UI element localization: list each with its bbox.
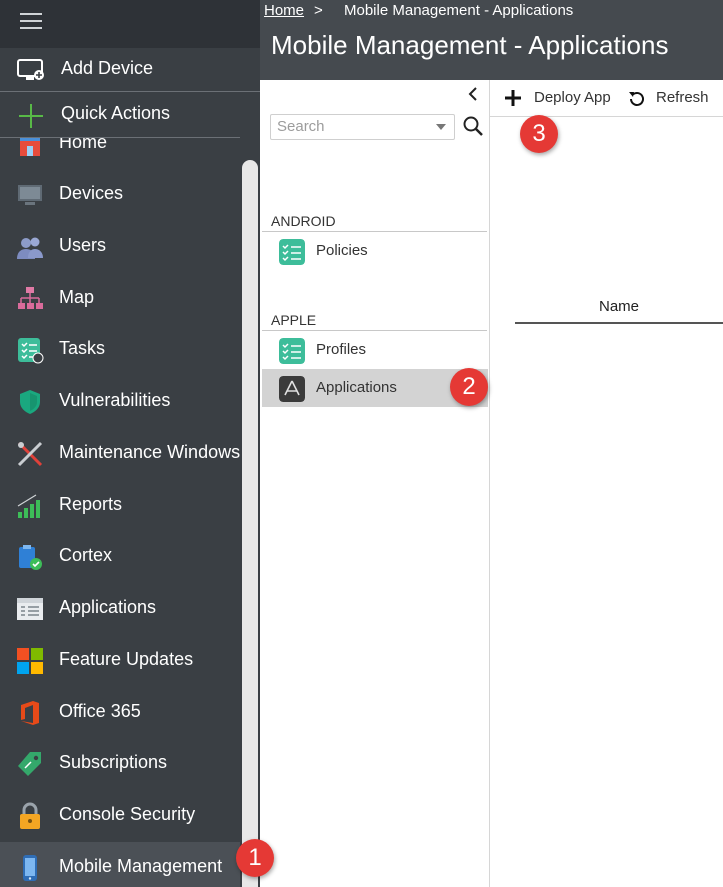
breadcrumb: Home > Mobile Management - Applications (260, 0, 723, 24)
sidebar-item-label: Feature Updates (59, 649, 194, 669)
checklist-icon (279, 239, 305, 265)
sidebar-nav: Home Devices Users Map Tasks Vulnerabili… (0, 138, 240, 887)
tag-icon (18, 752, 41, 776)
chevron-left-icon[interactable] (466, 85, 480, 103)
shield-icon (20, 390, 40, 414)
chevron-down-icon[interactable] (436, 124, 446, 130)
search-placeholder: Search (277, 118, 325, 135)
bar-chart-icon (17, 494, 40, 518)
sidebar-item-home[interactable]: Home (0, 138, 240, 170)
sidebar-item-label: Applications (59, 597, 157, 617)
step-badge-1: 1 (236, 839, 274, 877)
refresh-icon (629, 91, 644, 106)
step-badge-3: 3 (520, 115, 558, 153)
plus-icon (505, 90, 521, 106)
sidebar-item-label: Map (59, 287, 95, 307)
sidebar-item-console-security[interactable]: Console Security (0, 790, 240, 842)
users-icon (17, 237, 43, 259)
home-icon (20, 138, 40, 156)
sidebar-item-cortex[interactable]: Cortex (0, 531, 240, 583)
tools-icon (17, 441, 43, 467)
section-header-apple: APPLE (271, 312, 317, 328)
search-icon[interactable] (462, 115, 484, 137)
sidebar-item-users[interactable]: Users (0, 221, 240, 273)
office-icon (21, 701, 39, 725)
phone-icon (23, 855, 37, 881)
sidebar-item-map[interactable]: Map (0, 273, 240, 325)
sidebar-item-applications[interactable]: Applications (0, 583, 240, 635)
tasks-icon (18, 338, 44, 364)
navigation-panel (260, 80, 490, 887)
nav-item-label: Applications (316, 379, 397, 396)
toolbar: Deploy App Refresh (490, 80, 723, 117)
sidebar-item-label: Office 365 (59, 701, 141, 721)
monitor-add-icon (17, 59, 44, 80)
deploy-app-button[interactable]: Deploy App (502, 87, 622, 109)
sidebar-item-label: Vulnerabilities (59, 390, 171, 410)
add-device-button[interactable]: Add Device (0, 47, 260, 92)
sidebar-item-label: Mobile Management (59, 856, 223, 876)
plus-icon (19, 104, 43, 128)
nav-item-label: Profiles (316, 341, 367, 358)
sidebar-item-devices[interactable]: Devices (0, 169, 240, 221)
app-store-icon (279, 376, 305, 402)
nav-item-apple-profiles[interactable]: Profiles (262, 331, 488, 369)
sidebar-item-label: Cortex (59, 545, 113, 565)
hamburger-icon[interactable] (20, 13, 42, 31)
search-input[interactable]: Search (270, 114, 455, 140)
sidebar-item-label: Devices (59, 183, 124, 203)
sidebar-item-subscriptions[interactable]: Subscriptions (0, 738, 240, 790)
sidebar-item-vulnerabilities[interactable]: Vulnerabilities (0, 376, 240, 428)
quick-actions-label: Quick Actions (61, 103, 171, 123)
column-header-name[interactable]: Name (515, 298, 723, 324)
refresh-button[interactable]: Refresh (627, 87, 723, 109)
nav-item-label: Policies (316, 242, 368, 259)
breadcrumb-current: Mobile Management - Applications (344, 2, 574, 19)
sidebar-item-label: Maintenance Windows (59, 442, 240, 462)
breadcrumb-home-link[interactable]: Home (264, 2, 304, 19)
sidebar-item-label: Subscriptions (59, 752, 168, 772)
nav-item-android-policies[interactable]: Policies (262, 232, 488, 270)
sidebar-item-feature-updates[interactable]: Feature Updates (0, 635, 240, 687)
quick-actions-button[interactable]: Quick Actions (0, 92, 260, 137)
sidebar-item-maintenance-windows[interactable]: Maintenance Windows (0, 428, 240, 480)
clipboard-check-icon (19, 545, 42, 570)
network-map-icon (18, 287, 43, 309)
page-header: Mobile Management - Applications (260, 24, 723, 80)
sidebar-item-mobile-management[interactable]: Mobile Management (0, 842, 240, 887)
sidebar-scrollbar-thumb[interactable] (242, 160, 258, 887)
step-badge-2: 2 (450, 368, 488, 406)
windows-icon (17, 648, 43, 674)
page-title: Mobile Management - Applications (271, 30, 669, 60)
app-list-icon (17, 598, 43, 620)
refresh-label: Refresh (656, 89, 709, 106)
section-header-android: ANDROID (271, 213, 336, 229)
sidebar-item-label: Users (59, 235, 107, 255)
sidebar-item-reports[interactable]: Reports (0, 480, 240, 532)
sidebar-item-tasks[interactable]: Tasks (0, 324, 240, 376)
lock-icon (20, 802, 40, 829)
deploy-app-label: Deploy App (534, 89, 611, 106)
breadcrumb-separator: > (314, 2, 323, 19)
sidebar-item-label: Reports (59, 494, 123, 514)
sidebar-item-label: Console Security (59, 804, 196, 824)
sidebar-item-label: Home (59, 138, 108, 152)
sidebar-item-office-365[interactable]: Office 365 (0, 687, 240, 739)
checklist-icon (279, 338, 305, 364)
add-device-label: Add Device (61, 58, 154, 78)
sidebar-item-label: Tasks (59, 338, 106, 358)
monitor-icon (18, 185, 42, 205)
